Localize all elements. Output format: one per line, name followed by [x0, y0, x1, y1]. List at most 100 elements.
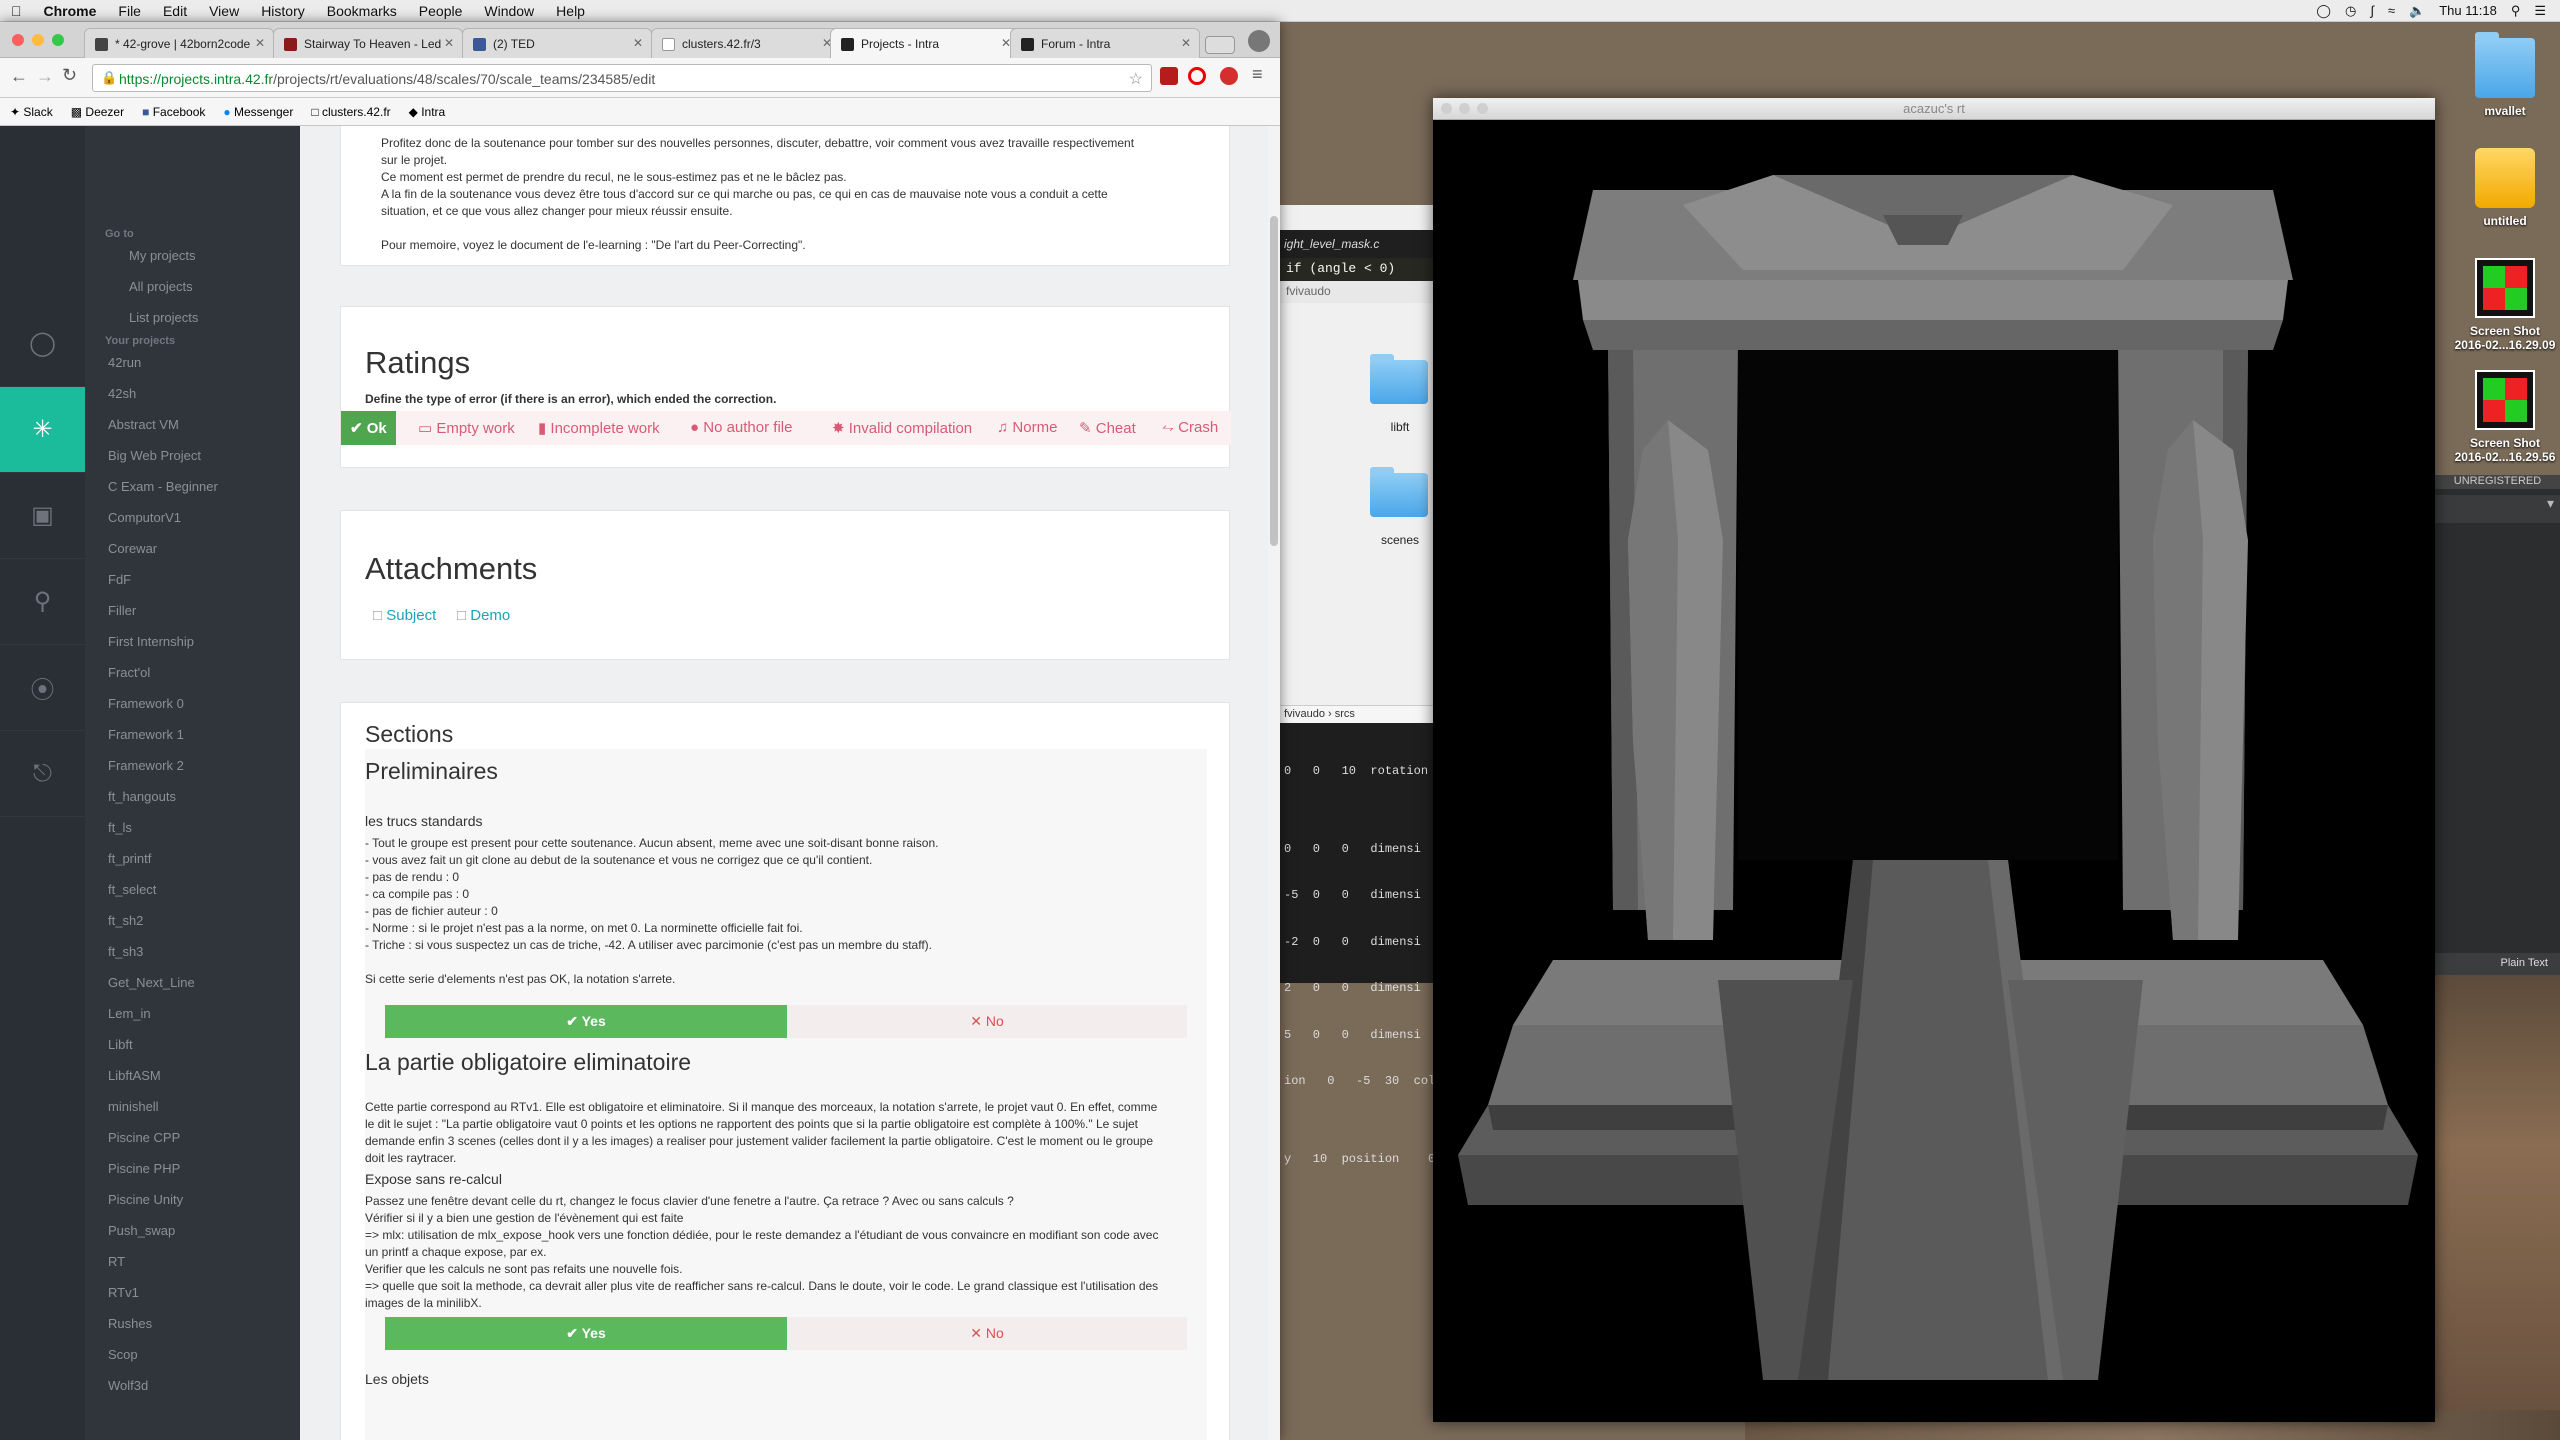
menu-window[interactable]: Window	[473, 3, 545, 19]
extension-opera-icon[interactable]	[1188, 67, 1206, 85]
sidebar-project-item[interactable]: Piscine PHP	[85, 1153, 300, 1184]
extension-adblock-icon[interactable]	[1220, 67, 1238, 85]
browser-tab[interactable]: * 42-grove | 42born2code ✕	[84, 28, 274, 58]
close-window-button[interactable]	[12, 34, 24, 46]
rating-invalid-compilation-button[interactable]: ✸ Invalid compilation	[823, 411, 981, 445]
address-bar[interactable]: 🔒 https://projects.intra.42.fr/projects/…	[92, 64, 1152, 92]
sidebar-project-item[interactable]: Framework 0	[85, 688, 300, 719]
bookmark-star-icon[interactable]: ☆	[1129, 69, 1143, 89]
apple-icon[interactable]: 	[0, 3, 33, 19]
sidebar-project-item[interactable]: ft_printf	[85, 843, 300, 874]
forward-icon[interactable]: →	[36, 66, 54, 87]
bluetooth-icon[interactable]: ∫	[2370, 3, 2374, 18]
extension-ublock-icon[interactable]	[1160, 67, 1178, 85]
bookmark-messenger[interactable]: ● Messenger	[223, 105, 293, 119]
timemachine-icon[interactable]: ◷	[2345, 3, 2356, 19]
bookmark-intra[interactable]: ◆ Intra	[409, 105, 446, 119]
sidebar-project-item[interactable]: RTv1	[85, 1277, 300, 1308]
sidebar-project-item[interactable]: ft_sh2	[85, 905, 300, 936]
sidebar-project-item[interactable]: ft_hangouts	[85, 781, 300, 812]
shop-icon[interactable]: ⎋	[0, 731, 85, 817]
finder-folder-scenes[interactable]	[1370, 467, 1430, 517]
sidebar-project-item[interactable]: Piscine CPP	[85, 1122, 300, 1153]
sidebar-project-item[interactable]: Lem_in	[85, 998, 300, 1029]
bookmark-deezer[interactable]: ▩ Deezer	[71, 105, 124, 119]
sidebar-project-item[interactable]: Scop	[85, 1339, 300, 1370]
attachment-subject-link[interactable]: □ Subject	[373, 607, 436, 624]
profile-avatar-icon[interactable]	[1248, 30, 1270, 52]
bookmark-slack[interactable]: ✦ Slack	[10, 105, 53, 119]
desktop-screenshot-1[interactable]: Screen Shot 2016-02...16.29.09	[2445, 258, 2560, 352]
desktop-drive-untitled[interactable]: untitled	[2445, 148, 2560, 228]
volume-icon[interactable]: 🔈	[2409, 3, 2425, 19]
rating-ok-button[interactable]: ✔ Ok	[341, 411, 396, 445]
sidebar-project-item[interactable]: ft_sh3	[85, 936, 300, 967]
projects-icon[interactable]: ✳	[0, 387, 85, 473]
menu-history[interactable]: History	[250, 3, 316, 19]
sidebar-project-item[interactable]: Framework 2	[85, 750, 300, 781]
sidebar-project-item[interactable]: Filler	[85, 595, 300, 626]
notifications-icon[interactable]: ☰	[2534, 3, 2546, 19]
minimize-window-button[interactable]	[32, 34, 44, 46]
editor-tab[interactable]: ight_level_mask.c	[1280, 230, 1435, 258]
sidebar-project-item[interactable]: Wolf3d	[85, 1370, 300, 1401]
browser-tab[interactable]: clusters.42.fr/3 ✕	[651, 28, 841, 58]
forum-icon[interactable]: ⚲	[0, 559, 85, 645]
sidebar-project-item[interactable]: 42run	[85, 347, 300, 378]
zoom-window-button[interactable]	[52, 34, 64, 46]
path-crumb[interactable]: fvivaudo	[1284, 708, 1325, 720]
syntax-label[interactable]: Plain Text	[2435, 953, 2560, 975]
wifi-icon[interactable]: ≈	[2388, 3, 2395, 18]
rt-render-window[interactable]: acazuc's rt	[1433, 98, 2435, 1422]
desktop-screenshot-2[interactable]: Screen Shot 2016-02...16.29.56	[2445, 370, 2560, 464]
sidebar-project-item[interactable]: Piscine Unity	[85, 1184, 300, 1215]
reload-icon[interactable]: ↻	[62, 65, 77, 86]
menu-help[interactable]: Help	[545, 3, 596, 19]
sidebar-project-item[interactable]: Push_swap	[85, 1215, 300, 1246]
sidebar-project-item[interactable]: 42sh	[85, 378, 300, 409]
scrollbar-thumb[interactable]	[1270, 216, 1278, 546]
sidebar-project-item[interactable]: RT	[85, 1246, 300, 1277]
bookmark-facebook[interactable]: ■ Facebook	[142, 105, 205, 119]
sidebar-project-item[interactable]: Get_Next_Line	[85, 967, 300, 998]
sidebar-project-item[interactable]: Fract'ol	[85, 657, 300, 688]
menu-view[interactable]: View	[198, 3, 250, 19]
rating-empty-work-button[interactable]: ▭ Empty work	[409, 411, 524, 445]
section-no-button[interactable]: ✕ No	[787, 1317, 1187, 1350]
zoom-window-button[interactable]	[1477, 103, 1488, 114]
status-icon[interactable]: ◯	[2316, 3, 2331, 19]
sidebar-project-item[interactable]: ft_select	[85, 874, 300, 905]
section-yes-button[interactable]: ✔ Yes	[385, 1005, 787, 1038]
sidebar-project-item[interactable]: Framework 1	[85, 719, 300, 750]
minimize-window-button[interactable]	[1459, 103, 1470, 114]
dashboard-icon[interactable]: ◯	[0, 301, 85, 387]
sidebar-project-item[interactable]: ft_ls	[85, 812, 300, 843]
menubar-app-name[interactable]: Chrome	[33, 3, 108, 19]
rating-crash-button[interactable]: ⥊ Crash	[1153, 411, 1227, 445]
path-crumb[interactable]: srcs	[1335, 708, 1355, 720]
sidebar-project-item[interactable]: Rushes	[85, 1308, 300, 1339]
finder-folder-libft[interactable]	[1370, 354, 1430, 404]
section-no-button[interactable]: ✕ No	[787, 1005, 1187, 1038]
sidebar-item-my-projects[interactable]: My projects	[85, 240, 300, 271]
sidebar-project-item[interactable]: Libft	[85, 1029, 300, 1060]
desktop-folder-mvallet[interactable]: mvallet	[2445, 32, 2560, 118]
sidebar-project-item[interactable]: minishell	[85, 1091, 300, 1122]
sidebar-project-item[interactable]: C Exam - Beginner	[85, 471, 300, 502]
attachment-demo-link[interactable]: □ Demo	[457, 607, 510, 624]
sidebar-project-item[interactable]: Big Web Project	[85, 440, 300, 471]
sidebar-project-item[interactable]: ComputorV1	[85, 502, 300, 533]
back-icon[interactable]: ←	[10, 66, 28, 87]
browser-tab-active[interactable]: Projects - Intra ✕	[830, 28, 1020, 58]
rating-norme-button[interactable]: ♫ Norme	[988, 411, 1066, 445]
menu-people[interactable]: People	[408, 3, 474, 19]
close-window-button[interactable]	[1441, 103, 1452, 114]
rt-window-titlebar[interactable]: acazuc's rt	[1433, 98, 2435, 120]
rating-no-author-file-button[interactable]: ● No author file	[681, 411, 801, 445]
elearning-icon[interactable]: ▣	[0, 473, 85, 559]
sidebar-item-list-projects[interactable]: List projects	[85, 302, 300, 333]
bookmark-clusters[interactable]: □ clusters.42.fr	[311, 105, 390, 119]
sidebar-project-item[interactable]: FdF	[85, 564, 300, 595]
page-scrollbar[interactable]	[1268, 126, 1280, 1440]
browser-tab[interactable]: Stairway To Heaven - Led ✕	[273, 28, 463, 58]
